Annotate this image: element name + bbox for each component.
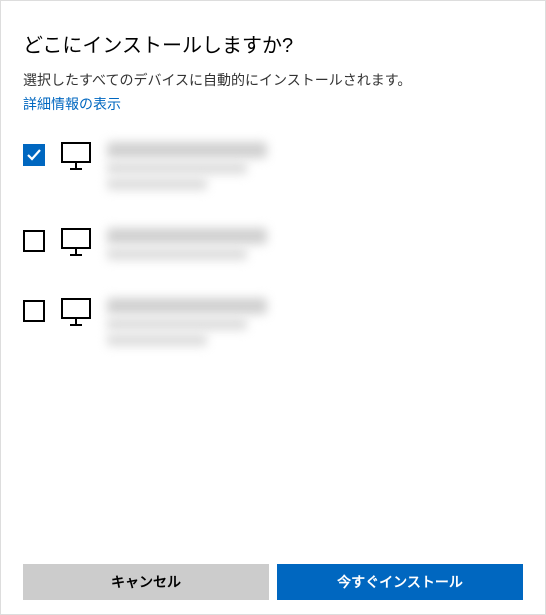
monitor-icon — [61, 298, 91, 326]
device-info — [107, 142, 267, 190]
device-item — [23, 228, 523, 260]
device-name-redacted — [107, 142, 267, 158]
device-detail-redacted — [107, 248, 247, 260]
show-details-link[interactable]: 詳細情報の表示 — [23, 94, 121, 114]
device-detail-redacted — [107, 162, 247, 174]
device-checkbox[interactable] — [23, 230, 45, 252]
monitor-icon — [61, 228, 91, 256]
device-info — [107, 298, 267, 346]
subtitle-text: 選択したすべてのデバイスに自動的にインストールされます。 — [23, 70, 523, 90]
device-name-redacted — [107, 228, 267, 244]
page-title: どこにインストールしますか? — [23, 29, 523, 58]
monitor-icon — [61, 142, 91, 170]
device-info — [107, 228, 267, 260]
install-now-button[interactable]: 今すぐインストール — [277, 564, 523, 600]
device-list — [23, 142, 523, 346]
device-detail-redacted — [107, 318, 247, 330]
device-detail-redacted — [107, 178, 207, 190]
device-item — [23, 298, 523, 346]
check-icon — [26, 147, 42, 163]
cancel-button[interactable]: キャンセル — [23, 564, 269, 600]
device-item — [23, 142, 523, 190]
dialog-footer: キャンセル 今すぐインストール — [23, 564, 523, 600]
dialog-content: どこにインストールしますか? 選択したすべてのデバイスに自動的にインストールされ… — [1, 1, 545, 546]
device-name-redacted — [107, 298, 267, 314]
device-checkbox[interactable] — [23, 144, 45, 166]
device-checkbox[interactable] — [23, 300, 45, 322]
device-detail-redacted — [107, 334, 207, 346]
